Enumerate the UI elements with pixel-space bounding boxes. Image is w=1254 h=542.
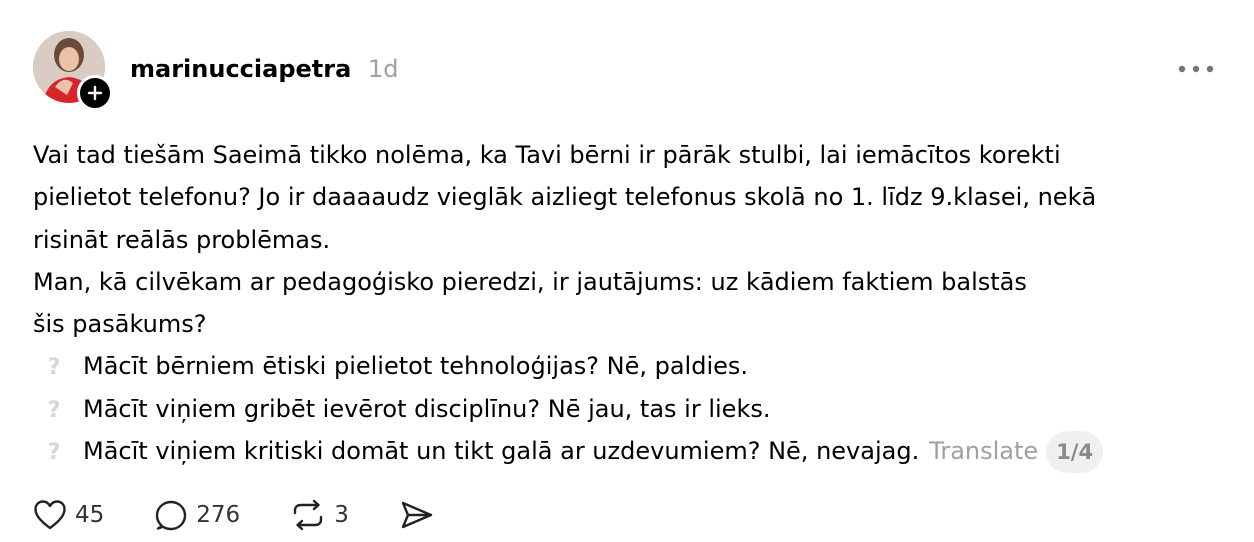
share-button[interactable] (399, 499, 435, 531)
like-button[interactable]: 45 (33, 499, 104, 531)
send-icon (401, 501, 433, 529)
thread-post: marinucciapetra 1d Vai tad tiešām Saeimā… (0, 0, 1254, 542)
speech-bubble-icon (156, 500, 187, 531)
reply-button[interactable]: 276 (154, 499, 240, 531)
plus-icon (87, 85, 103, 101)
question-mark-icon: ? (47, 355, 61, 381)
page-indicator: 1/4 (1046, 431, 1104, 474)
like-count: 45 (75, 502, 105, 528)
action-bar: 45 276 3 (33, 492, 485, 538)
bullet-line: ? Mācīt viņiem gribēt ievērot disciplīnu?… (33, 388, 1233, 430)
heart-icon (34, 500, 66, 530)
bullet-line: ? Mācīt viņiem kritiski domāt un tikt gal… (33, 430, 1233, 474)
bullet-text: Mācīt bērniem ētiski pielietot tehnoloģi… (83, 352, 749, 381)
question-mark-icon: ? (47, 440, 61, 466)
repost-count: 3 (334, 502, 349, 528)
post-text: Vai tad tiešām Saeimā tikko nolēma, ka T… (33, 134, 1233, 474)
post-text-line: šis pasākums? (33, 310, 207, 339)
translate-link[interactable]: Translate (929, 437, 1038, 465)
bullet-text: Mācīt viņiem gribēt ievērot disciplīnu? … (83, 394, 771, 423)
follow-button[interactable] (77, 75, 113, 111)
avatar-container[interactable] (33, 31, 113, 111)
repost-icon (293, 499, 323, 531)
more-button[interactable] (1172, 56, 1220, 82)
post-time[interactable]: 1d (368, 52, 399, 86)
post-text-line: Vai tad tiešām Saeimā tikko nolēma, ka T… (33, 141, 1061, 169)
post-text-line: pielietot telefonu? Jo ir daaaaudz viegl… (33, 183, 1097, 212)
username[interactable]: marinucciapetra (130, 52, 351, 86)
post-text-line: risināt reālās problēmas. (33, 225, 331, 254)
bullet-line: ? Mācīt bērniem ētiski pielietot tehnoloģ… (33, 345, 1233, 387)
post-text-line: Man, kā cilvēkam ar pedagoģisko pieredzi… (33, 267, 1027, 296)
reply-count: 276 (196, 502, 241, 528)
more-icon (1178, 65, 1214, 73)
question-mark-icon: ? (47, 397, 61, 423)
repost-button[interactable]: 3 (290, 499, 349, 531)
bullet-text: Mācīt viņiem kritiski domāt un tikt galā… (83, 437, 920, 466)
